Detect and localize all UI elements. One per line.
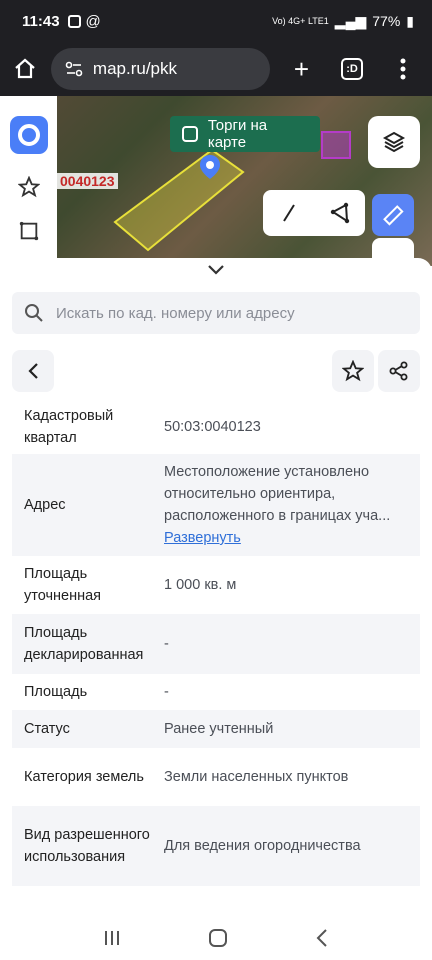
star-icon — [342, 360, 364, 382]
line-tool-button[interactable] — [263, 190, 314, 236]
table-row: Адрес Местоположение установлено относит… — [12, 454, 420, 556]
auction-toggle[interactable]: Торги на карте — [170, 116, 320, 152]
search-icon — [25, 304, 43, 322]
system-indicators: Vo) 4G+ LTE1 ▂▄▆ 77% ▮ — [272, 13, 414, 30]
row-key: Кадастровый квартал — [24, 408, 114, 446]
row-key: Вид разрешенного использования — [24, 827, 150, 865]
system-nav-bar — [0, 916, 432, 960]
row-value: - — [164, 684, 169, 700]
polygon-select-icon[interactable] — [18, 220, 40, 242]
layers-button[interactable] — [368, 116, 420, 168]
polygon-draw-icon — [330, 202, 349, 224]
row-value: 50:03:0040123 — [164, 419, 261, 435]
star-icon[interactable] — [17, 176, 40, 198]
url-text[interactable]: map.ru/pkk — [93, 59, 177, 79]
table-row: Площадь уточненная 1 000 кв. м — [12, 556, 420, 614]
home-icon — [15, 58, 36, 79]
address-bar[interactable]: map.ru/pkk — [50, 48, 271, 90]
table-row: Категория земель Земли населенных пункто… — [12, 748, 420, 806]
app-logo[interactable] — [9, 116, 48, 154]
table-row: Площадь - — [12, 674, 420, 710]
tabs-count: :D — [341, 58, 364, 80]
table-row: Кадастровый квартал 50:03:0040123 — [12, 400, 420, 454]
search-placeholder: Искать по кад. номеру или адресу — [56, 304, 295, 322]
status-bar: 11:43 @ Vo) 4G+ LTE1 ▂▄▆ 77% ▮ — [0, 0, 432, 42]
draw-tools — [263, 190, 365, 236]
share-button[interactable] — [378, 350, 420, 392]
clock: 11:43 — [22, 12, 60, 30]
table-row: Площадь декларированная - — [12, 614, 420, 674]
tabs-button[interactable]: :D — [333, 49, 372, 89]
back-button[interactable] — [12, 350, 54, 392]
share-icon — [389, 361, 408, 381]
line-icon — [282, 204, 295, 222]
menu-button[interactable] — [383, 49, 422, 89]
search-input[interactable]: Искать по кад. номеру или адресу — [12, 292, 420, 334]
battery-icon: ▮ — [406, 12, 414, 29]
auction-checkbox[interactable] — [182, 126, 198, 142]
info-sheet: Искать по кад. номеру или адресу Кадастр… — [0, 258, 432, 916]
chevron-down-icon[interactable] — [206, 264, 226, 276]
parcel-number-label: 0040123 — [57, 173, 118, 189]
row-value-wrap: Местоположение установлено относительно … — [164, 461, 408, 549]
row-key: Категория земель — [24, 769, 144, 785]
new-tab-button[interactable]: + — [282, 49, 321, 89]
battery-level: 77% — [372, 13, 401, 29]
ruler-icon — [383, 205, 404, 226]
row-value: Местоположение установлено относительно … — [164, 464, 391, 524]
back-nav-icon[interactable] — [315, 928, 329, 948]
row-key: Адрес — [24, 497, 66, 513]
map-view[interactable]: 0040123 Торги на карте — [0, 96, 432, 266]
ruler-button[interactable] — [372, 194, 414, 236]
row-key: Статус — [24, 721, 70, 737]
row-value: Земли населенных пунктов — [164, 769, 349, 785]
property-table: Кадастровый квартал 50:03:0040123 Адрес … — [12, 400, 420, 886]
chevron-left-icon — [28, 363, 38, 379]
auction-toggle-label: Торги на карте — [207, 117, 268, 151]
table-row: Статус Ранее учтенный — [12, 710, 420, 748]
favorite-button[interactable] — [332, 350, 374, 392]
notification-icons: @ — [67, 12, 101, 30]
table-row: Вид разрешенного использования Для веден… — [12, 806, 420, 886]
row-value: Ранее учтенный — [164, 721, 274, 737]
site-settings-icon[interactable] — [65, 60, 83, 78]
expand-link[interactable]: Развернуть — [164, 530, 241, 546]
more-vert-icon — [400, 58, 406, 80]
recents-icon[interactable] — [103, 929, 121, 947]
row-value: 1 000 кв. м — [164, 577, 237, 593]
signal-icon: ▂▄▆ — [334, 12, 367, 29]
row-key: Площадь уточненная — [24, 566, 102, 604]
signal-text: Vo) 4G+ LTE1 — [272, 16, 329, 26]
row-value: Для ведения огородничества — [164, 838, 361, 854]
map-sidebar — [0, 96, 57, 266]
at-icon: @ — [85, 12, 101, 30]
sheet-actions — [12, 350, 420, 392]
row-value: - — [164, 636, 169, 652]
layers-icon — [382, 131, 406, 153]
browser-toolbar: map.ru/pkk + :D — [0, 42, 432, 96]
row-key: Площадь — [24, 684, 88, 700]
row-key: Площадь декларированная — [24, 625, 144, 663]
home-nav-icon[interactable] — [208, 928, 228, 948]
home-button[interactable] — [10, 53, 41, 85]
location-pin-icon[interactable] — [199, 154, 221, 180]
polygon-tool-button[interactable] — [314, 190, 365, 236]
app-notification-icon — [67, 14, 81, 28]
